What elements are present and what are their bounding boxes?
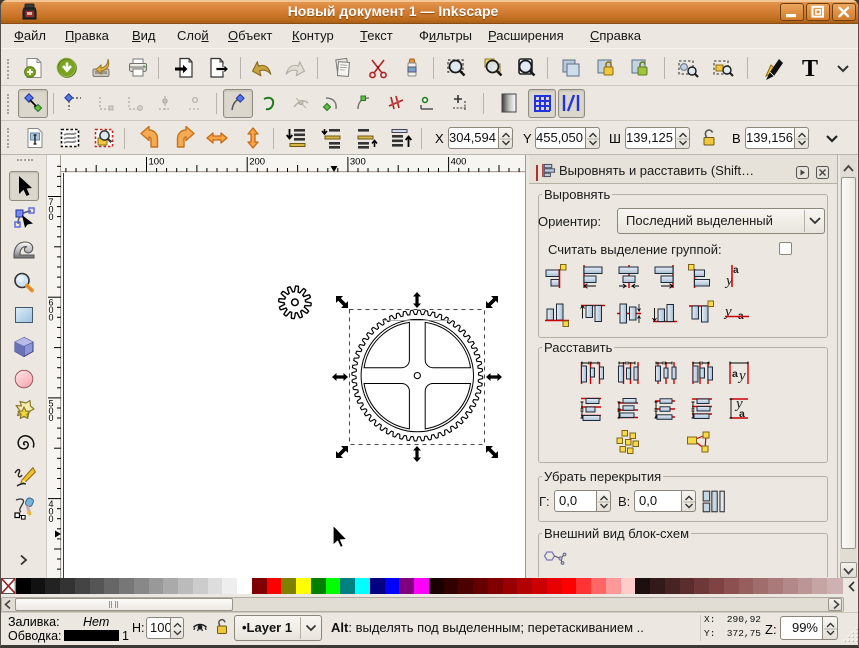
svg-text:0: 0 [49,212,54,222]
svg-text:0: 0 [49,514,54,524]
svg-text:0: 0 [49,413,54,423]
svg-text:0: 0 [49,313,54,323]
svg-text:200: 200 [249,157,265,168]
svg-text:100: 100 [149,157,165,168]
svg-text:y: y [723,304,732,320]
svg-text:a: a [732,368,738,380]
svg-text:y: y [737,368,746,384]
svg-text:T: T [802,56,818,80]
svg-text:400: 400 [451,157,467,168]
svg-text:a: a [733,265,739,276]
svg-text:300: 300 [350,157,366,168]
svg-text:a: a [739,408,745,420]
